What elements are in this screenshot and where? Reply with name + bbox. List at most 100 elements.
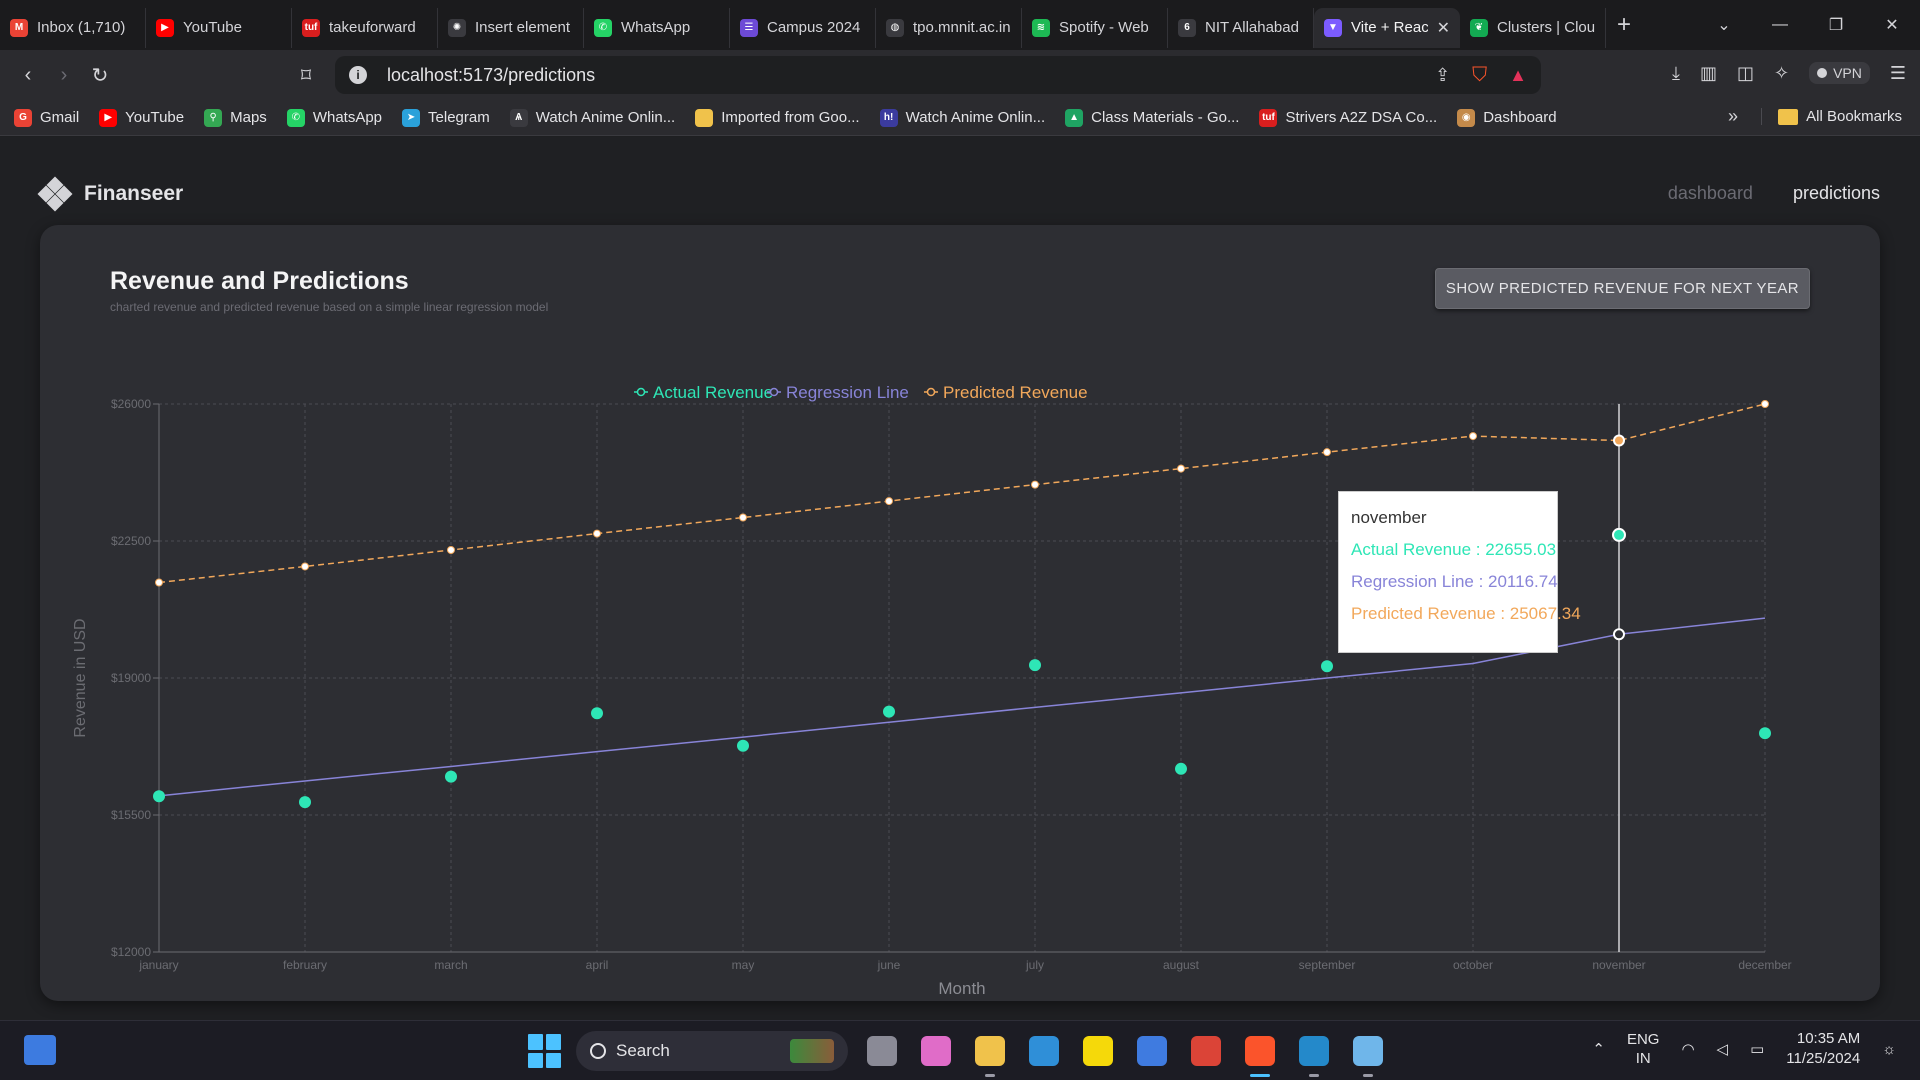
tab-search-icon[interactable]: ⌄: [1696, 15, 1752, 35]
leo-ai-icon[interactable]: ✧: [1774, 63, 1789, 84]
more-bookmarks-icon[interactable]: »: [1728, 106, 1738, 127]
reload-icon[interactable]: ↻: [82, 57, 118, 93]
tab-title: tpo.mnnit.ac.in: [913, 19, 1011, 36]
bookmark-item[interactable]: ◉ Dashboard: [1457, 108, 1557, 127]
downloads-icon[interactable]: ⤓: [1672, 63, 1680, 84]
brave-icon[interactable]: [1240, 1031, 1280, 1077]
predicted-revenue-point: [1031, 480, 1039, 489]
predicted-revenue-point: [301, 562, 309, 571]
clock[interactable]: 10:35 AM 11/25/2024: [1786, 1029, 1860, 1069]
bookmark-item[interactable]: ✆ WhatsApp: [286, 108, 382, 127]
sticky-notes-icon[interactable]: [1078, 1031, 1118, 1071]
tray-overflow-icon[interactable]: ⌃: [1592, 1040, 1605, 1058]
volume-icon[interactable]: ◁: [1717, 1040, 1729, 1058]
tab-title: NIT Allahabad: [1205, 19, 1299, 36]
minimize-icon[interactable]: —: [1752, 16, 1808, 34]
microsoft-store-icon[interactable]: [1132, 1031, 1172, 1071]
running-indicator: [1250, 1074, 1270, 1077]
widgets-icon[interactable]: [24, 1035, 56, 1065]
app-logo[interactable]: Finanseer: [37, 176, 183, 212]
restore-icon[interactable]: ❐: [1808, 15, 1864, 35]
browser-tab[interactable]: ▼ Vite + React ✕: [1314, 7, 1460, 48]
zoom-glyph: [1353, 1036, 1383, 1066]
browser-tab[interactable]: ◍ tpo.mnnit.ac.in: [876, 7, 1022, 48]
bookmark-item[interactable]: Ѧ Watch Anime Onlin...: [509, 108, 676, 127]
back-icon[interactable]: ‹: [10, 57, 46, 93]
browser-toolbar: ‹ › ↻ ⌑ i localhost:5173/predictions ⇪ ⛉…: [0, 50, 1920, 100]
bookmark-item[interactable]: G Gmail: [14, 108, 79, 127]
bookmark-label: Watch Anime Onlin...: [535, 109, 676, 126]
copilot-icon[interactable]: [916, 1031, 956, 1071]
address-bar[interactable]: i localhost:5173/predictions ⇪ ⛉ ▲: [335, 56, 1541, 94]
forward-icon[interactable]: ›: [46, 57, 82, 93]
bookmark-item[interactable]: h! Watch Anime Onlin...: [879, 108, 1045, 127]
actual-revenue-point: [1029, 659, 1041, 672]
browser-tab[interactable]: ✆ WhatsApp: [584, 7, 730, 48]
close-tab-icon[interactable]: ✕: [1437, 18, 1450, 38]
show-predicted-revenue-button[interactable]: SHOW PREDICTED REVENUE FOR NEXT YEAR: [1434, 268, 1810, 309]
youtube-icon: ▶: [156, 18, 174, 37]
x-tick-label: may: [732, 958, 755, 972]
url-text[interactable]: localhost:5173/predictions: [387, 65, 595, 86]
browser-tab[interactable]: ✺ Insert element: [438, 7, 584, 48]
windows-taskbar: Search ⌃ ENG IN ◠ ◁ ▭ 10:35 AM 11/25/202…: [0, 1020, 1920, 1080]
new-tab-button[interactable]: +: [1606, 7, 1642, 43]
brave-rewards-icon[interactable]: ▲: [1509, 65, 1527, 86]
spotify-icon: ≋: [1032, 18, 1050, 37]
chrome-icon[interactable]: [1186, 1031, 1226, 1071]
bookmark-item[interactable]: ➤ Telegram: [402, 108, 490, 127]
browser-tab[interactable]: 6 NIT Allahabad: [1168, 7, 1314, 48]
browser-tab[interactable]: ≋ Spotify - Web: [1022, 7, 1168, 48]
browser-tab[interactable]: ▶ YouTube: [146, 7, 292, 48]
nav-link-predictions[interactable]: predictions: [1793, 183, 1880, 204]
sidebar-icon[interactable]: ▥: [1700, 63, 1717, 84]
bookmark-page-icon[interactable]: ⌑: [288, 57, 324, 93]
language-indicator[interactable]: ENG IN: [1627, 1030, 1660, 1068]
edge-glyph: [1029, 1036, 1059, 1066]
site-info-icon[interactable]: i: [349, 66, 367, 84]
region-label: IN: [1635, 1050, 1651, 1067]
battery-icon[interactable]: ▭: [1750, 1040, 1764, 1058]
bookmark-label: Class Materials - Go...: [1091, 109, 1240, 126]
task-view-icon[interactable]: [862, 1031, 902, 1071]
browser-tab[interactable]: tuf takeuforward: [292, 7, 438, 48]
predicted-revenue-point: [739, 513, 747, 522]
notifications-icon[interactable]: ☼: [1882, 1041, 1896, 1058]
bookmark-item[interactable]: ⚲ Maps: [204, 108, 267, 127]
language-label: ENG: [1626, 1031, 1660, 1048]
bookmark-item[interactable]: ▶ YouTube: [99, 108, 184, 127]
start-button[interactable]: [528, 1034, 562, 1068]
bookmark-item[interactable]: Imported from Goo...: [695, 108, 860, 127]
share-icon[interactable]: ⇪: [1435, 65, 1450, 86]
tooltip-title: november: [1351, 508, 1427, 527]
wallet-icon[interactable]: ◫: [1737, 63, 1754, 84]
system-tray: ⌃ ENG IN ◠ ◁ ▭ 10:35 AM 11/25/2024 ☼: [1592, 1029, 1896, 1069]
y-tick-label: $15500: [111, 808, 151, 822]
wifi-icon[interactable]: ◠: [1681, 1040, 1694, 1058]
vpn-button[interactable]: VPN: [1809, 62, 1870, 84]
edge-icon[interactable]: [1024, 1031, 1064, 1071]
bookmark-item[interactable]: ▲ Class Materials - Go...: [1065, 108, 1240, 127]
browser-tab[interactable]: ❦ Clusters | Cloud: [1460, 7, 1606, 48]
vite-icon: ▼: [1324, 18, 1342, 37]
nav-link-dashboard[interactable]: dashboard: [1668, 183, 1753, 204]
vscode-icon[interactable]: [1294, 1031, 1334, 1077]
zoom-icon[interactable]: [1348, 1031, 1388, 1077]
browser-tab[interactable]: M Inbox (1,710): [0, 7, 146, 48]
taskbar-search[interactable]: Search: [576, 1031, 848, 1071]
revenue-chart: $12000 $15500 $19000 $22500 $26000 january feb…: [72, 383, 1792, 998]
running-indicator: [985, 1074, 995, 1077]
browser-tab[interactable]: ☰ Campus 2024: [730, 7, 876, 48]
tab-title: Campus 2024: [767, 19, 861, 36]
x-tick-label: december: [1738, 958, 1791, 972]
close-window-icon[interactable]: ✕: [1864, 15, 1920, 35]
card-subtitle: charted revenue and predicted revenue ba…: [110, 300, 549, 314]
whatsapp-icon: ✆: [286, 108, 305, 127]
all-bookmarks-button[interactable]: All Bookmarks: [1761, 108, 1902, 125]
brave-glyph: [1245, 1036, 1275, 1066]
menu-icon[interactable]: ☰: [1890, 63, 1906, 84]
bookmark-item[interactable]: tuf Strivers A2Z DSA Co...: [1259, 108, 1437, 127]
file-explorer-icon[interactable]: [970, 1031, 1010, 1077]
anime-icon: Ѧ: [509, 108, 528, 127]
brave-shields-icon[interactable]: ⛉: [1472, 64, 1487, 87]
